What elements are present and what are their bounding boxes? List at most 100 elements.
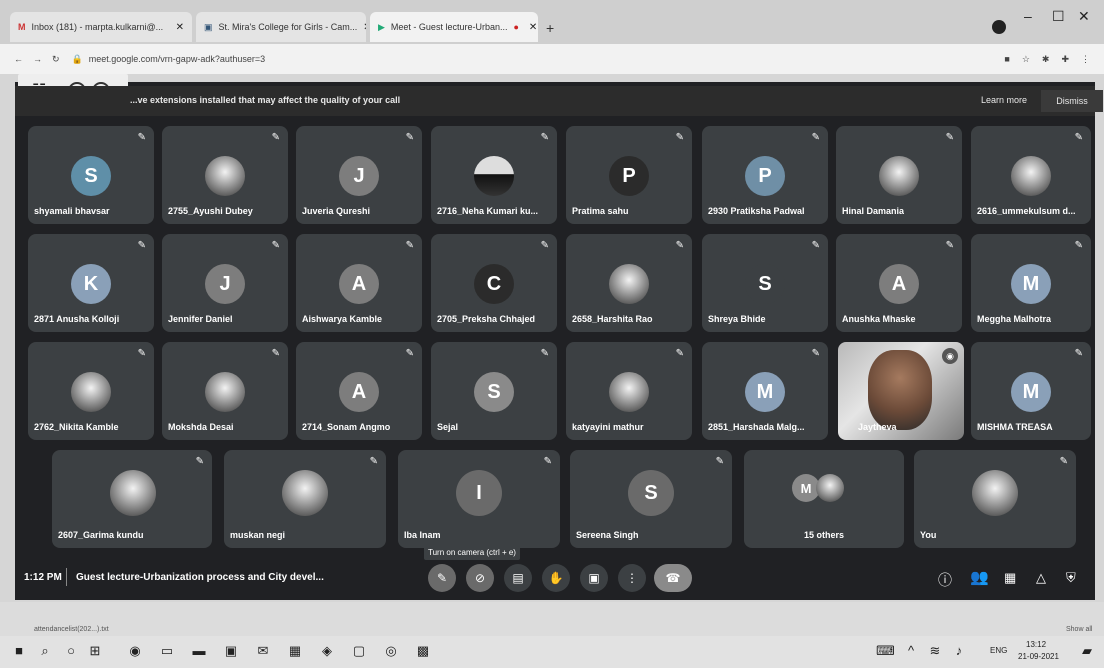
app-icon[interactable]: ◈	[318, 642, 336, 660]
extension-icon[interactable]: ✱	[1042, 54, 1050, 65]
search-icon[interactable]: ⌕	[36, 642, 54, 660]
participant-tile[interactable]: ✎ 2616_ummekulsum d...	[971, 126, 1091, 224]
app-icon[interactable]: ▢	[350, 642, 368, 660]
activities-icon[interactable]: △	[1036, 570, 1046, 586]
chrome-icon[interactable]: ◎	[382, 642, 400, 660]
participant-tile[interactable]: M ✎ 2851_Harshada Malg...	[702, 342, 828, 440]
reload-icon[interactable]: ↻	[52, 54, 60, 65]
language-indicator[interactable]: ENG	[990, 646, 1007, 655]
app-icon[interactable]: ▣	[222, 642, 240, 660]
account-icon[interactable]	[992, 20, 1006, 34]
camera-toggle-button[interactable]: ⊘	[466, 564, 494, 592]
participant-tile[interactable]: ✎ 2607_Garima kundu	[52, 450, 212, 548]
camera-blocked-icon[interactable]: ■	[1004, 54, 1009, 64]
participant-name: Meggha Malhotra	[977, 314, 1052, 324]
volume-icon[interactable]: ♪	[950, 642, 968, 660]
avatar-photo	[879, 156, 919, 196]
notification-icon[interactable]: ▰	[1078, 642, 1096, 660]
participant-tile[interactable]: A ✎ Aishwarya Kamble	[296, 234, 422, 332]
participant-tile[interactable]: ✎ 2762_Nikita Kamble	[28, 342, 154, 440]
participant-tile[interactable]: J ✎ Jennifer Daniel	[162, 234, 288, 332]
learn-more-link[interactable]: Learn more	[981, 95, 1027, 105]
participant-tile[interactable]: I ✎ Iba Inam	[398, 450, 560, 548]
avatar-photo	[205, 156, 245, 196]
self-tile[interactable]: ✎ You	[914, 450, 1076, 548]
participant-tile[interactable]: M ✎ Meggha Malhotra	[971, 234, 1091, 332]
avatar-photo	[205, 372, 245, 412]
star-icon[interactable]: ☆	[1022, 54, 1030, 65]
participant-tile[interactable]: M ✎ MISHMA TREASA	[971, 342, 1091, 440]
participant-tile[interactable]: S ✎ Sejal	[431, 342, 557, 440]
participant-tile[interactable]: A ✎ 2714_Sonam Angmo	[296, 342, 422, 440]
app-icon[interactable]: ▩	[414, 642, 432, 660]
info-icon[interactable]: ⓘ	[938, 570, 952, 590]
participant-tile[interactable]: K ✎ 2871 Anusha Kolloji	[28, 234, 154, 332]
puzzle-icon[interactable]: ✚	[1061, 54, 1069, 65]
mic-off-icon: ✎	[540, 132, 549, 143]
mic-off-icon: ✎	[945, 240, 954, 251]
others-tile[interactable]: M 15 others	[744, 450, 904, 548]
tab-college[interactable]: ▣ St. Mira's College for Girls - Cam... …	[196, 12, 366, 42]
task-view-icon[interactable]: ⊞	[86, 642, 104, 660]
tab-gmail[interactable]: M Inbox (181) - marpta.kulkarni@... ✕	[10, 12, 192, 42]
participant-video-tile[interactable]: ◉ Jaytheva	[838, 342, 964, 440]
participant-tile[interactable]: ✎ Hinal Damania	[836, 126, 962, 224]
close-icon[interactable]: ✕	[363, 22, 366, 33]
tab-meet[interactable]: ▶ Meet - Guest lecture-Urban... ● ✕	[370, 12, 538, 42]
url-field[interactable]: meet.google.com/vrn-gapw-adk?authuser=3	[89, 54, 265, 64]
captions-button[interactable]: ▤	[504, 564, 532, 592]
chrome-icon[interactable]: ◉	[126, 642, 144, 660]
host-controls-icon[interactable]: ⛨	[1066, 570, 1076, 586]
participant-tile[interactable]: ✎ katyayini mathur	[566, 342, 692, 440]
minimize-button[interactable]: –	[1024, 8, 1032, 24]
dismiss-button[interactable]: Dismiss	[1041, 90, 1103, 112]
tray-chevron-icon[interactable]: ^	[902, 642, 920, 660]
more-options-button[interactable]: ⋮	[618, 564, 646, 592]
participant-tile[interactable]: C ✎ 2705_Preksha Chhajed	[431, 234, 557, 332]
people-icon[interactable]: 👥	[970, 568, 989, 586]
new-tab-button[interactable]: +	[546, 20, 554, 36]
show-all-link[interactable]: Show all	[1066, 626, 1092, 633]
cortana-icon[interactable]: ○	[62, 642, 80, 660]
mic-toggle-button[interactable]: ✎	[428, 564, 456, 592]
download-file[interactable]: attendancelist(202...).txt	[34, 626, 109, 633]
participant-tile[interactable]: ✎ 2716_Neha Kumari ku...	[431, 126, 557, 224]
participant-tile[interactable]: ✎ 2755_Ayushi Dubey	[162, 126, 288, 224]
app-icon[interactable]: ▦	[286, 642, 304, 660]
taskbar-date[interactable]: 21-09-2021	[1018, 652, 1059, 661]
forward-icon[interactable]: →	[33, 54, 42, 64]
mail-icon[interactable]: ✉	[254, 642, 272, 660]
avatar-photo	[816, 474, 844, 502]
participant-tile[interactable]: ✎ Mokshda Desai	[162, 342, 288, 440]
participant-name: Aishwarya Kamble	[302, 314, 383, 324]
participant-tile[interactable]: ✎ 2658_Harshita Rao	[566, 234, 692, 332]
participant-tile[interactable]: S ✎ Shreya Bhide	[702, 234, 828, 332]
back-icon[interactable]: ←	[14, 54, 23, 64]
participant-tile[interactable]: P ✎ Pratima sahu	[566, 126, 692, 224]
maximize-button[interactable]: ☐	[1052, 8, 1065, 25]
mic-off-icon: ✎	[715, 456, 724, 467]
participant-name: Juveria Qureshi	[302, 206, 371, 216]
keyboard-icon[interactable]: ⌨	[876, 642, 895, 660]
close-window-button[interactable]: ✕	[1078, 8, 1090, 25]
participant-tile[interactable]: S ✎ shyamali bhavsar	[28, 126, 154, 224]
leave-call-button[interactable]: ☎	[654, 564, 692, 592]
file-explorer-icon[interactable]: ▭	[158, 642, 176, 660]
avatar: C	[474, 264, 514, 304]
participant-tile[interactable]: ✎ muskan negi	[224, 450, 386, 548]
menu-icon[interactable]: ⋮	[1081, 54, 1090, 65]
present-button[interactable]: ▣	[580, 564, 608, 592]
store-icon[interactable]: ▬	[190, 642, 208, 660]
avatar: A	[339, 264, 379, 304]
wifi-icon[interactable]: ≋	[926, 642, 944, 660]
taskbar-time[interactable]: 13:12	[1026, 640, 1046, 649]
chat-icon[interactable]: ▦	[1004, 570, 1016, 586]
close-icon[interactable]: ✕	[529, 22, 537, 33]
raise-hand-button[interactable]: ✋	[542, 564, 570, 592]
participant-tile[interactable]: S ✎ Sereena Singh	[570, 450, 732, 548]
participant-tile[interactable]: J ✎ Juveria Qureshi	[296, 126, 422, 224]
participant-tile[interactable]: A ✎ Anushka Mhaske	[836, 234, 962, 332]
participant-tile[interactable]: P ✎ 2930 Pratiksha Padwal	[702, 126, 828, 224]
close-icon[interactable]: ✕	[176, 22, 184, 33]
windows-start-icon[interactable]: ■	[10, 642, 28, 660]
